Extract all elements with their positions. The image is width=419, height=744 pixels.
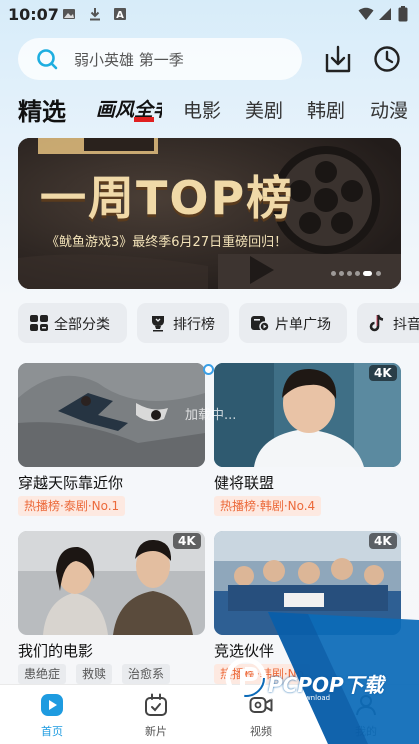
banner-pager-dots (331, 271, 381, 277)
history-clock-button[interactable] (372, 42, 402, 76)
nav-home[interactable]: 首页 (22, 691, 82, 741)
chip-all-categories[interactable]: 全部分类 (18, 303, 127, 343)
chip-label: 抖音 (393, 317, 419, 333)
tab-logo-huafengquanfei[interactable]: 画风全非 (94, 94, 162, 124)
video-title: 穿越天际靠近你 (18, 474, 124, 492)
tiktok-icon (369, 314, 384, 332)
svg-text:A: A (116, 10, 124, 21)
trophy-icon (152, 316, 164, 332)
pager-dot (347, 271, 352, 276)
video-thumbnail (18, 363, 205, 467)
rank-tag: 热播榜·泰剧·No.1 (18, 496, 126, 516)
quality-badge: 4K (369, 533, 397, 549)
promo-banner[interactable]: 一周TOP榜 《鱿鱼游戏3》最终季6月27日重磅回归！ (18, 138, 401, 289)
search-placeholder: 弱小英雄 第一季 (74, 51, 184, 69)
quality-badge: 4K (173, 533, 201, 549)
video-card[interactable]: 穿越天际靠近你 热播榜·泰剧·No.1 (18, 363, 205, 519)
genre-tag: 治愈系 (122, 664, 171, 684)
tab-korean-drama[interactable]: 韩剧 (307, 96, 345, 123)
download-icon (90, 8, 100, 21)
video-title: 健将联盟 (214, 474, 275, 492)
rank-tag: 热播榜·韩剧·No.4 (214, 496, 322, 516)
chip-label: 排行榜 (173, 317, 215, 333)
watermark-subtext: PCPOP Download (270, 694, 331, 702)
wifi-icon (358, 7, 374, 20)
battery-icon (398, 6, 408, 22)
nav-new-releases[interactable]: 新片 (126, 691, 186, 741)
banner-title: 一周TOP榜 (40, 171, 295, 225)
nav-label: 新片 (145, 725, 167, 738)
chip-ranking[interactable]: 排行榜 (137, 303, 229, 343)
pager-dot-active (363, 271, 372, 276)
chip-label: 全部分类 (54, 317, 110, 333)
tab-us-drama[interactable]: 美剧 (245, 96, 283, 123)
status-time: 10:07 (8, 5, 59, 24)
video-card[interactable]: 4K 健将联盟 热播榜·韩剧·No.4 (214, 363, 401, 519)
loading-text: 加载中... (185, 408, 237, 423)
chip-playlist-square[interactable]: 片单广场 (239, 303, 347, 343)
video-card[interactable]: 4K 我们的电影 患绝症 救赎 治愈系 (18, 531, 205, 687)
tab-anime[interactable]: 动漫 (370, 96, 408, 123)
playlist-icon (251, 316, 270, 332)
search-bar[interactable]: 弱小英雄 第一季 (18, 38, 302, 80)
nav-label: 首页 (41, 725, 63, 738)
chip-label: 片单广场 (275, 317, 331, 333)
banner-subtitle: 《鱿鱼游戏3》最终季6月27日重磅回归！ (46, 235, 288, 250)
tab-featured[interactable]: 精选 (18, 92, 66, 127)
pager-dot (376, 271, 381, 276)
loading-indicator (203, 364, 214, 375)
pager-dot (331, 271, 336, 276)
category-icon (30, 315, 48, 331)
calendar-tv-icon (145, 693, 167, 716)
video-title: 我们的电影 (18, 642, 94, 660)
download-button[interactable] (323, 42, 353, 76)
pager-dot (355, 271, 360, 276)
genre-tag: 患绝症 (18, 664, 67, 684)
chip-tiktok[interactable]: 抖音 (357, 303, 419, 343)
search-icon (37, 49, 58, 70)
category-chips: 全部分类 排行榜 片单广场 抖音 (0, 303, 419, 345)
status-bar: 10:07 A (0, 0, 419, 30)
genre-tag: 救赎 (76, 664, 113, 684)
quality-badge: 4K (369, 365, 397, 381)
watermark-p-icon (225, 657, 267, 699)
signal-icon (379, 8, 391, 20)
tab-movie[interactable]: 电影 (183, 96, 221, 123)
home-play-icon (41, 694, 63, 716)
font-icon: A (114, 8, 126, 21)
pager-dot (339, 271, 344, 276)
channel-tabs: 精选 画风全非 电影 美剧 韩剧 动漫 (0, 92, 419, 128)
image-icon (63, 9, 75, 19)
